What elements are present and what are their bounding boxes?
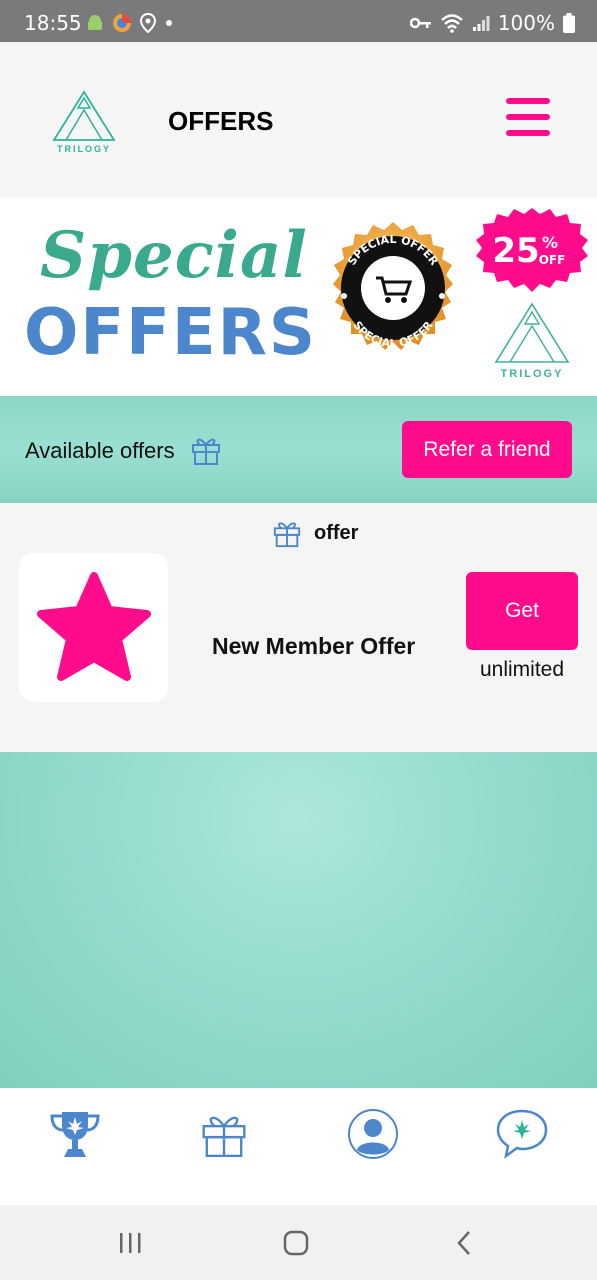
wifi-icon <box>440 14 463 33</box>
mountain-logo-icon <box>52 90 116 141</box>
tab-rewards[interactable] <box>47 1106 103 1162</box>
status-time: 18:55 <box>24 11 82 35</box>
discount-off: OFF <box>539 253 566 267</box>
trilogy-logo: TRILOGY <box>50 88 118 154</box>
bottom-tab-bar <box>0 1088 597 1205</box>
tab-profile[interactable] <box>345 1106 401 1162</box>
offer-section-heading: offer <box>272 517 358 549</box>
battery-level: 100% <box>497 11 555 35</box>
back-button[interactable] <box>444 1227 484 1259</box>
tab-offers[interactable] <box>196 1106 252 1162</box>
notification-icons <box>86 13 174 33</box>
key-icon <box>409 17 431 29</box>
special-offer-seal-icon: SPECIAL OFFER SPECIAL OFFER <box>333 222 453 350</box>
offer-name: New Member Offer <box>212 633 416 659</box>
menu-line-icon <box>506 130 550 136</box>
back-icon <box>457 1231 470 1255</box>
status-bar: 18:55 100% <box>0 0 597 42</box>
hamburger-menu-button[interactable] <box>506 98 550 138</box>
offer-list-item: New Member Offer Get unlimited <box>0 553 597 703</box>
page-title: OFFERS <box>168 106 274 136</box>
discount-burst-icon: 25 % OFF <box>476 208 588 292</box>
banner-trilogy-logo: TRILOGY <box>492 300 572 380</box>
mountain-logo-icon <box>494 302 570 363</box>
banner-special-text: Special <box>40 218 308 293</box>
system-navigation-bar <box>0 1205 597 1280</box>
empty-content-area <box>0 752 597 1088</box>
location-icon <box>140 13 156 33</box>
trophy-icon <box>50 1112 100 1157</box>
star-icon <box>36 571 151 681</box>
discount-percent: % <box>542 233 558 252</box>
signal-icon <box>472 16 490 31</box>
home-icon <box>283 1230 309 1256</box>
offer-heading-text: offer <box>314 521 359 544</box>
home-button[interactable] <box>276 1227 316 1259</box>
gift-icon <box>202 1116 246 1158</box>
refer-a-friend-button[interactable]: Refer a friend <box>402 421 572 478</box>
recent-apps-icon <box>120 1233 141 1253</box>
available-offers-label: Available offers <box>25 438 175 463</box>
app-header: TRILOGY OFFERS <box>0 42 597 198</box>
offer-limit: unlimited <box>479 658 565 681</box>
banner-logo-text: TRILOGY <box>500 368 564 380</box>
tab-chat[interactable] <box>494 1106 550 1162</box>
offers-list: offer New Member Offer Get unlimited <box>0 503 597 752</box>
special-offers-banner: Special OFFERS SPECIAL OFFER SPECIAL OFF… <box>0 198 597 396</box>
offer-thumbnail <box>19 553 168 702</box>
dot-icon <box>166 20 172 26</box>
get-offer-button[interactable]: Get <box>466 572 578 650</box>
menu-line-icon <box>506 98 550 104</box>
available-offers-bar: Available offers Refer a friend <box>0 396 597 503</box>
battery-icon <box>563 13 575 33</box>
banner-offers-text: OFFERS <box>24 296 317 370</box>
browser-icon <box>113 14 131 32</box>
menu-line-icon <box>506 114 550 120</box>
recent-apps-button[interactable] <box>110 1227 150 1259</box>
gift-icon <box>192 438 220 465</box>
chat-icon <box>496 1109 548 1159</box>
android-icon <box>88 15 102 30</box>
logo-text: TRILOGY <box>57 144 111 154</box>
system-icons: 100% <box>409 11 575 35</box>
gift-icon <box>273 522 301 548</box>
discount-value: 25 <box>492 231 539 271</box>
profile-icon <box>348 1109 398 1159</box>
